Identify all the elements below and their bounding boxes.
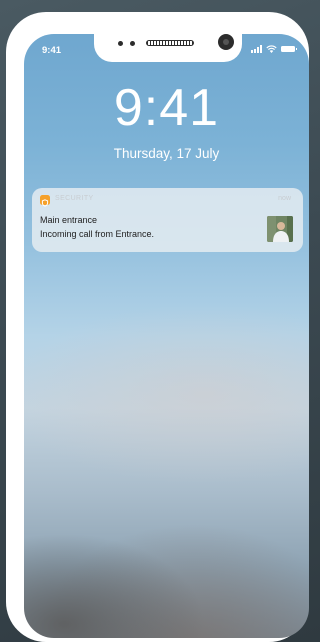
sensor-dot-icon: [118, 41, 123, 46]
battery-icon: [281, 46, 297, 52]
wifi-icon: [266, 45, 277, 53]
lock-screen: 9:41 9:41 Thursday, 17 July SECURITY now…: [24, 34, 309, 638]
notch: [94, 34, 242, 62]
notification-title: Main entrance: [40, 215, 98, 225]
caller-avatar: [267, 216, 293, 242]
lock-screen-date: Thursday, 17 July: [113, 146, 220, 161]
sensor-dot-icon: [130, 41, 135, 46]
shield-icon: [40, 195, 50, 207]
speaker-grille-icon: [146, 40, 194, 46]
notification-time: now: [278, 195, 291, 202]
signal-icon: [251, 45, 262, 53]
lock-screen-clock: 9:41: [113, 79, 220, 137]
notification-card[interactable]: SECURITY now Main entrance Incoming call…: [32, 188, 303, 252]
status-bar-time: 9:41: [42, 45, 62, 56]
notification-app-name: SECURITY: [55, 195, 94, 202]
status-icons: [251, 45, 297, 53]
notification-body: Incoming call from Entrance.: [40, 229, 155, 239]
phone-frame: 9:41 9:41 Thursday, 17 July SECURITY now…: [6, 12, 309, 642]
front-camera-icon: [218, 34, 234, 50]
